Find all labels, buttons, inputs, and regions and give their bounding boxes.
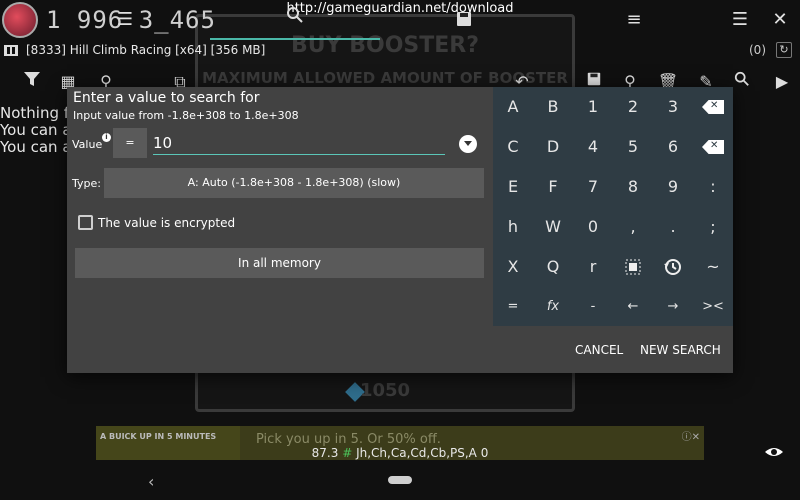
encrypted-checkbox[interactable] [78,215,93,230]
cancel-button[interactable]: CANCEL [575,343,623,357]
pause-icon[interactable] [4,45,18,56]
info-icon[interactable]: i [102,133,111,142]
settings-sliders-icon[interactable]: ☰ [113,8,137,32]
key-b[interactable]: B [533,87,573,127]
game-bottom-number: 1050 [359,380,411,401]
key-0[interactable]: 0 [573,207,613,247]
key-2[interactable]: 2 [613,87,653,127]
type-select[interactable]: A: Auto (-1.8e+308 - 1.8e+308) (slow) [104,168,484,198]
key-4[interactable]: 4 [573,127,613,167]
key-a[interactable]: A [493,87,533,127]
search-icon-2[interactable] [730,70,754,94]
key-6[interactable]: 6 [653,127,693,167]
save-icon[interactable] [452,10,476,34]
clear-icon[interactable] [693,127,733,167]
type-label: Type: [72,177,101,190]
status-text: Jh,Ch,Ca,Cd,Cb,PS,A 0 [356,446,489,460]
progress-indicator [210,38,380,40]
key-5[interactable]: 5 [613,127,653,167]
key-d[interactable]: D [533,127,573,167]
select-all-icon[interactable] [613,247,653,287]
collapse-keypad-icon[interactable]: >< [693,287,733,327]
key-q[interactable]: Q [533,247,573,287]
operator-button[interactable]: = [113,128,147,158]
key-equals[interactable]: = [493,287,533,327]
close-icon[interactable]: ✕ [768,8,792,32]
key-x[interactable]: X [493,247,533,287]
key-8[interactable]: 8 [613,167,653,207]
status-number: 87.3 [311,446,339,460]
keypad: A B 1 2 3 C D 4 5 6 E F 7 8 9 : h W 0 , … [493,87,733,326]
refresh-icon[interactable]: ↻ [776,42,792,58]
process-status-line: [8333] Hill Climb Racing [x64] [356 MB] … [0,42,800,60]
ad-text: Pick you up in 5. Or 50% off. [256,432,441,447]
value-label: Value [72,138,103,151]
new-search-button[interactable]: NEW SEARCH [640,343,721,357]
search-icon[interactable] [283,6,307,30]
menu-icon[interactable]: ☰ [728,8,752,32]
value-input[interactable] [153,131,445,155]
backspace-icon[interactable] [693,87,733,127]
key-comma[interactable]: , [613,207,653,247]
dialog-title: Enter a value to search for [73,90,260,106]
key-h[interactable]: h [493,207,533,247]
status-hash: # [342,446,353,460]
history-icon[interactable] [653,247,693,287]
search-dialog: Enter a value to search for Input value … [67,87,733,373]
ad-close-icon[interactable]: ⓘ✕ [682,428,700,443]
memory-range-button[interactable]: In all memory [75,248,484,278]
value-range-hint: Input value from -1.8e+308 to 1.8e+308 [73,109,299,122]
key-r[interactable]: r [573,247,613,287]
key-minus[interactable]: - [573,287,613,327]
key-3[interactable]: 3 [653,87,693,127]
key-right-arrow[interactable]: → [653,287,693,327]
key-tilde[interactable]: ~ [693,247,733,287]
key-left-arrow[interactable]: ← [613,287,653,327]
key-w[interactable]: W [533,207,573,247]
key-f[interactable]: F [533,167,573,207]
bottom-status: 87.3 # Jh,Ch,Ca,Cd,Cb,PS,A 0 [0,446,800,460]
key-semicolon[interactable]: ; [693,207,733,247]
nav-back-icon[interactable]: ‹ [148,472,154,491]
key-colon[interactable]: : [693,167,733,207]
key-9[interactable]: 9 [653,167,693,207]
encrypted-label[interactable]: The value is encrypted [98,216,235,230]
filter-icon[interactable] [20,70,44,94]
history-dropdown-icon[interactable] [459,135,477,153]
process-label[interactable]: [8333] Hill Climb Racing [x64] [356 MB] [26,43,265,57]
key-dot[interactable]: . [653,207,693,247]
key-fx[interactable]: fx [533,287,573,327]
eye-icon[interactable] [764,442,784,462]
key-c[interactable]: C [493,127,533,167]
list-icon[interactable]: ≡ [622,8,646,32]
result-count: (0) [749,43,766,57]
key-1[interactable]: 1 [573,87,613,127]
nav-home-pill[interactable] [388,476,412,484]
key-e[interactable]: E [493,167,533,207]
play-icon[interactable]: ▶ [770,70,794,94]
key-7[interactable]: 7 [573,167,613,207]
